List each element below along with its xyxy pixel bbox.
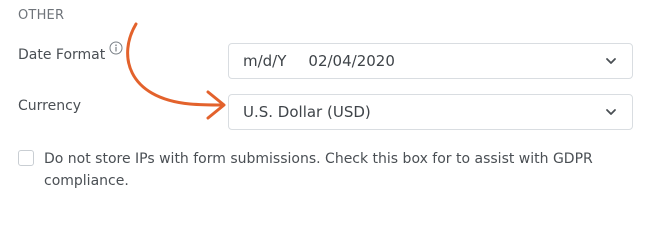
gdpr-checkbox-label[interactable]: Do not store IPs with form submissions. … (44, 148, 628, 192)
gdpr-option: Do not store IPs with form submissions. … (18, 148, 628, 192)
chevron-down-icon (602, 52, 620, 70)
currency-selected: U.S. Dollar (USD) (243, 103, 602, 121)
gdpr-checkbox[interactable] (18, 150, 34, 166)
currency-selected-value: U.S. Dollar (USD) (243, 103, 371, 121)
currency-select[interactable]: U.S. Dollar (USD) (228, 94, 633, 130)
currency-label: Currency (18, 98, 82, 114)
date-format-label-row: Date Format (18, 41, 123, 63)
chevron-down-icon (602, 103, 620, 121)
date-format-code: m/d/Y (243, 52, 287, 70)
curved-arrow-icon (126, 22, 226, 120)
currency-label-row: Currency (18, 98, 81, 114)
date-format-select[interactable]: m/d/Y 02/04/2020 (228, 43, 633, 79)
date-format-label: Date Format (18, 47, 106, 63)
section-title: OTHER (18, 8, 65, 23)
info-icon[interactable] (109, 41, 123, 55)
date-format-example: 02/04/2020 (308, 52, 395, 70)
date-format-selected: m/d/Y 02/04/2020 (243, 52, 602, 70)
